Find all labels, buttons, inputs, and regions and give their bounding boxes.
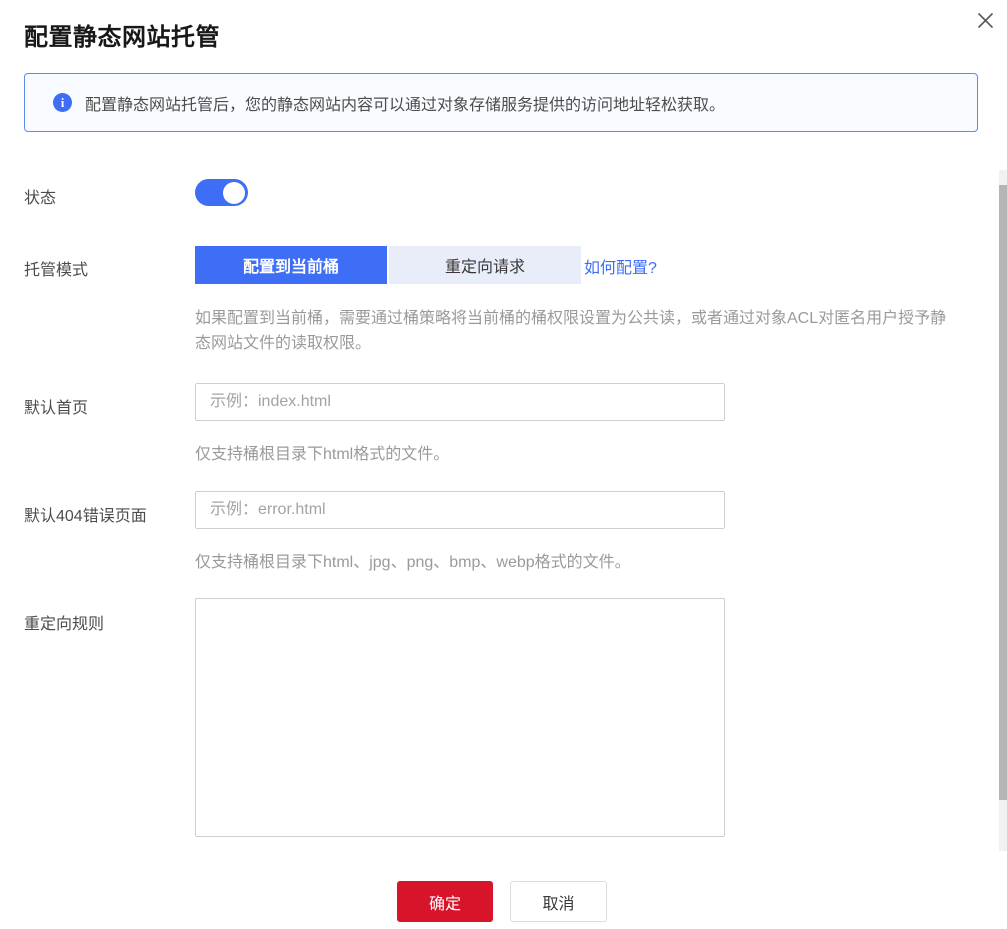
hosting-mode-description: 如果配置到当前桶，需要通过桶策略将当前桶的桶权限设置为公共读，或者通过对象ACL… [195,306,961,356]
homepage-input[interactable] [195,383,725,421]
redirect-rules-textarea[interactable] [195,598,725,837]
error-page-hint: 仅支持桶根目录下html、jpg、png、bmp、webp格式的文件。 [195,548,631,572]
how-to-configure-link[interactable]: 如何配置? [584,254,657,278]
info-banner-text: 配置静态网站托管后，您的静态网站内容可以通过对象存储服务提供的访问地址轻松获取。 [85,91,725,115]
cancel-button[interactable]: 取消 [510,881,607,922]
status-label: 状态 [24,184,56,208]
static-website-hosting-dialog: 配置静态网站托管 i 配置静态网站托管后，您的静态网站内容可以通过对象存储服务提… [0,0,1007,929]
scrollbar-track[interactable] [999,170,1007,851]
page-title: 配置静态网站托管 [24,17,220,52]
confirm-button[interactable]: 确定 [397,881,493,922]
tab-host-in-current-bucket[interactable]: 配置到当前桶 [195,246,387,284]
redirect-rules-label: 重定向规则 [24,610,104,634]
error-page-label: 默认404错误页面 [24,502,147,526]
status-toggle[interactable] [195,179,248,206]
homepage-hint: 仅支持桶根目录下html格式的文件。 [195,440,449,464]
info-icon: i [53,93,72,112]
close-icon [977,12,994,29]
error-page-input[interactable] [195,491,725,529]
homepage-label: 默认首页 [24,394,88,418]
toggle-knob-icon [223,182,245,204]
info-banner: i 配置静态网站托管后，您的静态网站内容可以通过对象存储服务提供的访问地址轻松获… [24,73,978,132]
tab-redirect-requests[interactable]: 重定向请求 [389,246,581,284]
close-button[interactable] [973,8,997,32]
hosting-mode-tabs: 配置到当前桶 重定向请求 [195,246,581,284]
scrollbar-thumb[interactable] [999,185,1007,800]
hosting-mode-label: 托管模式 [24,256,88,280]
